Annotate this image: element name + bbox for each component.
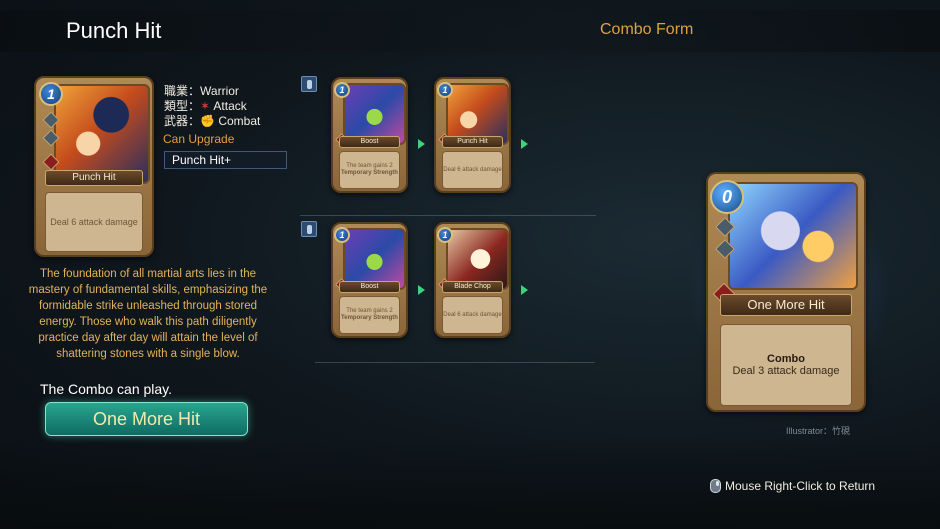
attack-icon: ✶ (200, 99, 211, 113)
card-description: The team gains 2 Temporary Strength (338, 296, 401, 334)
combat-icon: ✊ (200, 114, 215, 128)
path-1-card-2[interactable]: 1 Punch Hit Deal 6 attack damage (434, 77, 511, 193)
card-name: Boost (338, 136, 401, 148)
combo-card[interactable]: 0 One More Hit Combo Deal 3 attack damag… (706, 172, 866, 412)
card-cost: 1 (437, 227, 453, 243)
class-value: Warrior (200, 84, 239, 98)
illustrator-credit: Illustrator：竹硯 (786, 426, 851, 436)
path-divider (315, 362, 595, 363)
path-2-card-2[interactable]: 1 Blade Chop Deal 6 attack damage (434, 222, 511, 338)
path-arrow-icon (521, 139, 528, 149)
path-arrow-icon (418, 285, 425, 295)
path-arrow-icon (521, 285, 528, 295)
card-desc-text: Deal 3 attack damage (732, 365, 840, 377)
card-desc-line-1: Deal 6 attack damage (443, 166, 502, 173)
card-name: Punch Hit (441, 136, 504, 148)
card-cost: 0 (710, 180, 744, 214)
card-desc-line-2: Temporary Strength (341, 315, 398, 321)
path-2-card-1[interactable]: 1 Boost The team gains 2 Temporary Stren… (331, 222, 408, 338)
card-cost: 1 (334, 227, 350, 243)
type-key: 類型： (164, 99, 201, 113)
card-name: Punch Hit (45, 170, 143, 186)
combo-form-title: Combo Form (600, 21, 694, 38)
mouse-icon (710, 479, 721, 493)
card-description: Deal 6 attack damage (45, 192, 143, 252)
lore-text: The foundation of all martial arts lies … (28, 268, 268, 360)
weapon-value: Combat (218, 114, 261, 128)
card-name: Blade Chop (441, 281, 504, 293)
card-desc-line-1: Deal 6 attack damage (443, 311, 502, 318)
card-cost: 1 (437, 82, 453, 98)
path-2-icon (301, 221, 317, 237)
return-hint[interactable]: Mouse Right-Click to Return (710, 479, 875, 493)
card-description: Deal 6 attack damage (441, 151, 504, 189)
main-card[interactable]: 1 Punch Hit Deal 6 attack damage (34, 76, 154, 257)
combo-can-play-label: The Combo can play. (40, 381, 173, 397)
card-desc-line-2: Temporary Strength (341, 170, 398, 176)
one-more-hit-button[interactable]: One More Hit (45, 402, 248, 436)
page-title: Punch Hit (66, 18, 162, 43)
path-1-icon (301, 76, 317, 92)
card-description: The team gains 2 Temporary Strength (338, 151, 401, 189)
card-cost: 1 (39, 82, 63, 106)
card-description: Deal 6 attack damage (441, 296, 504, 334)
weapon-key: 武器： (164, 114, 201, 128)
card-desc-line-1: The team gains 2 (346, 308, 393, 314)
card-desc-title: Combo (767, 353, 805, 365)
card-desc-line-1: The team gains 2 (346, 163, 393, 169)
card-art (54, 84, 150, 184)
card-name: Boost (338, 281, 401, 293)
type-value: Attack (213, 99, 247, 113)
class-key: 職業： (164, 84, 201, 98)
card-name: One More Hit (720, 294, 852, 316)
weapon-info: 武器：✊ Combat (164, 112, 260, 129)
return-hint-label: Mouse Right-Click to Return (725, 479, 876, 493)
card-cost: 1 (334, 82, 350, 98)
can-upgrade-label: Can Upgrade (163, 132, 235, 146)
path-divider (300, 215, 596, 216)
upgrade-option[interactable]: Punch Hit+ (164, 151, 287, 169)
path-1-card-1[interactable]: 1 Boost The team gains 2 Temporary Stren… (331, 77, 408, 193)
path-arrow-icon (418, 139, 425, 149)
card-art (728, 182, 858, 290)
card-description: Combo Deal 3 attack damage (720, 324, 852, 406)
